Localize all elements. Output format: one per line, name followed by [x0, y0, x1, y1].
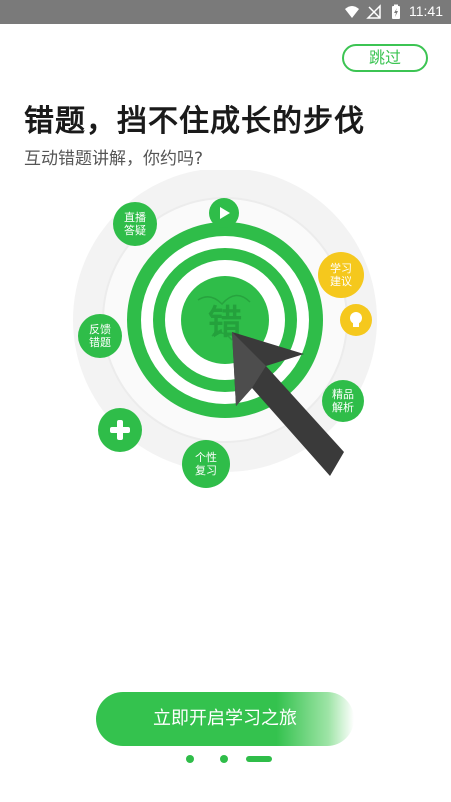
page-indicator: [0, 752, 451, 766]
node-premium-analysis: 精品 解析: [322, 380, 364, 422]
play-icon: [209, 198, 239, 228]
page-title: 错题，挡不住成长的步伐: [24, 104, 365, 139]
node-feedback: 反馈 错题: [78, 314, 122, 358]
node-live-answer: 直播 答疑: [113, 202, 157, 246]
start-learning-button[interactable]: 立即开启学习之旅: [96, 692, 354, 746]
node-study-advice: 学习 建议: [318, 252, 364, 298]
target-illustration: 错 直播 答疑 学习 建议 反馈 错题 精品 解析 个性 复习: [0, 170, 451, 500]
page-subtitle: 互动错题讲解，你约吗?: [24, 149, 204, 169]
plus-icon: [98, 408, 142, 452]
page-dot-1[interactable]: [186, 755, 194, 763]
lightbulb-icon: [340, 304, 372, 336]
status-bar: 11:41: [0, 0, 451, 24]
wifi-icon: [345, 6, 359, 18]
skip-button[interactable]: 跳过: [342, 44, 428, 72]
page-dot-active: [246, 756, 272, 762]
battery-icon: [392, 4, 400, 19]
no-signal-icon: [366, 4, 381, 19]
node-personal-review: 个性 复习: [182, 440, 230, 488]
clock: 11:41: [409, 3, 443, 19]
page-dot-2[interactable]: [220, 755, 228, 763]
